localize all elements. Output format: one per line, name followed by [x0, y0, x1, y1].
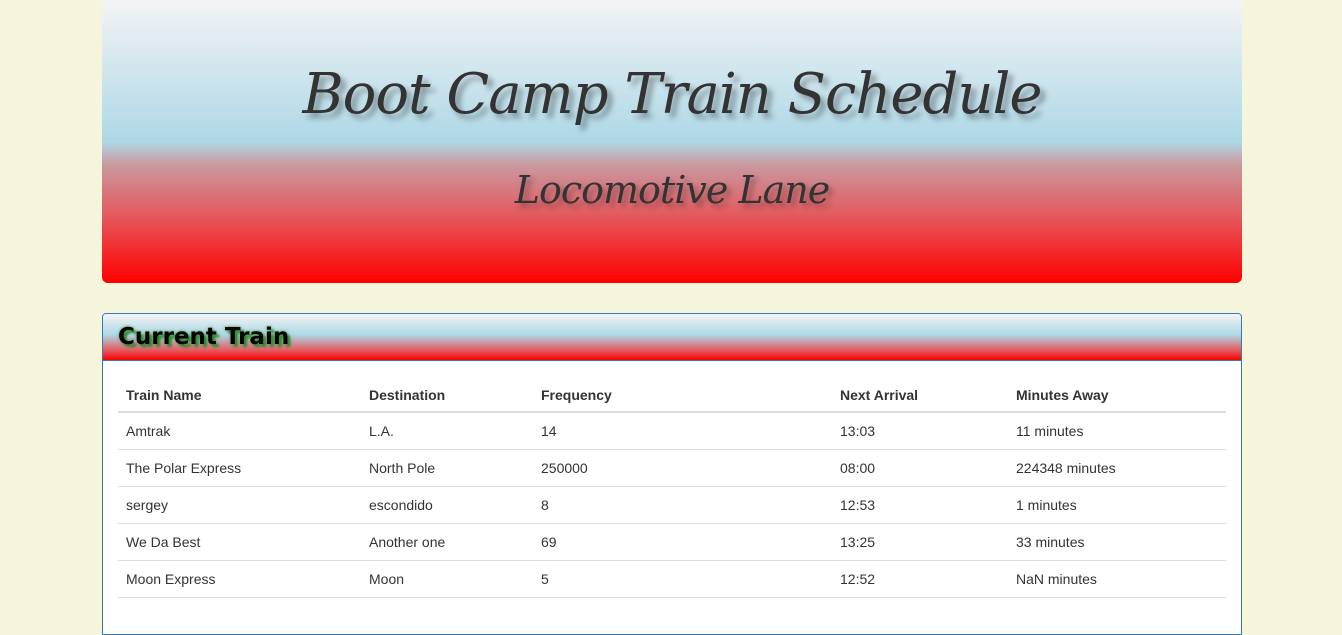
column-header-frequency: Frequency	[533, 378, 832, 413]
frequency-cell: 5	[533, 560, 832, 598]
next-arrival-cell: 12:53	[832, 486, 1008, 524]
column-header-minutes-away: Minutes Away	[1008, 378, 1226, 413]
minutes-away-cell: 11 minutes	[1008, 412, 1226, 450]
table-header-row: Train Name Destination Frequency Next Ar…	[118, 378, 1226, 413]
next-arrival-cell: 08:00	[832, 449, 1008, 487]
train-name-cell: Moon Express	[118, 560, 361, 598]
table-row: The Polar Express North Pole 250000 08:0…	[118, 449, 1226, 487]
frequency-cell: 14	[533, 412, 832, 450]
train-table: Train Name Destination Frequency Next Ar…	[118, 378, 1226, 598]
minutes-away-cell: 1 minutes	[1008, 486, 1226, 524]
destination-cell: Another one	[361, 523, 533, 561]
train-name-cell: sergey	[118, 486, 361, 524]
minutes-away-cell: 224348 minutes	[1008, 449, 1226, 487]
destination-cell: Moon	[361, 560, 533, 598]
destination-cell: North Pole	[361, 449, 533, 487]
minutes-away-cell: NaN minutes	[1008, 560, 1226, 598]
frequency-cell: 8	[533, 486, 832, 524]
table-row: sergey escondido 8 12:53 1 minutes	[118, 486, 1226, 524]
column-header-train-name: Train Name	[118, 378, 361, 413]
destination-cell: L.A.	[361, 412, 533, 450]
frequency-cell: 250000	[533, 449, 832, 487]
panel-title: Current Train	[118, 324, 290, 350]
panel-heading: Current Train	[103, 314, 1241, 361]
site-title: Boot Camp Train Schedule	[302, 62, 1042, 127]
current-train-panel: Current Train Train Name Destination Fre…	[102, 313, 1242, 635]
site-subtitle: Locomotive Lane	[514, 168, 831, 212]
minutes-away-cell: 33 minutes	[1008, 523, 1226, 561]
next-arrival-cell: 13:03	[832, 412, 1008, 450]
train-name-cell: Amtrak	[118, 412, 361, 450]
train-name-cell: We Da Best	[118, 523, 361, 561]
table-row: Amtrak L.A. 14 13:03 11 minutes	[118, 412, 1226, 450]
column-header-destination: Destination	[361, 378, 533, 413]
next-arrival-cell: 13:25	[832, 523, 1008, 561]
table-row: Moon Express Moon 5 12:52 NaN minutes	[118, 560, 1226, 598]
train-name-cell: The Polar Express	[118, 449, 361, 487]
column-header-next-arrival: Next Arrival	[832, 378, 1008, 413]
destination-cell: escondido	[361, 486, 533, 524]
next-arrival-cell: 12:52	[832, 560, 1008, 598]
frequency-cell: 69	[533, 523, 832, 561]
table-row: We Da Best Another one 69 13:25 33 minut…	[118, 523, 1226, 561]
header-jumbotron: Boot Camp Train Schedule Locomotive Lane	[102, 0, 1242, 283]
